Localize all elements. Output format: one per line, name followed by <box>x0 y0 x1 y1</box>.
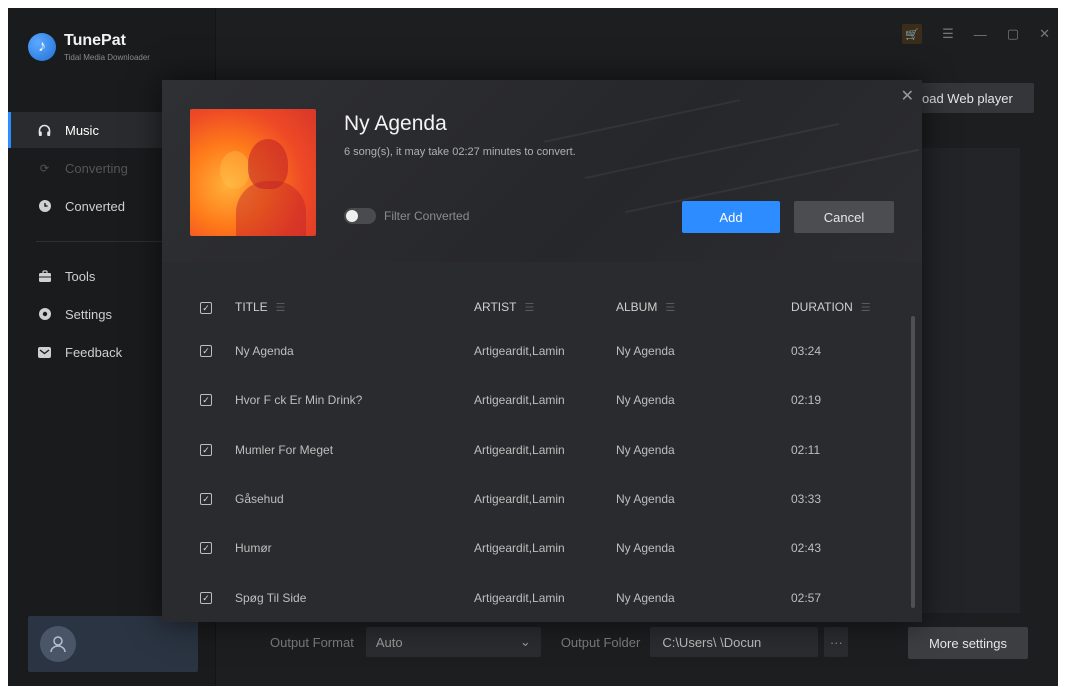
sidebar-item-label: Feedback <box>65 344 123 360</box>
column-header-title[interactable]: TITLE ☰ <box>235 300 286 314</box>
add-button[interactable]: Add <box>682 201 780 233</box>
sidebar-item-label: Tools <box>65 268 96 284</box>
brand: ♪ TunePat Tidal Media Downloader <box>28 32 150 62</box>
table-row[interactable]: ✓ Hvor F ck Er Min Drink? Artigeardit,La… <box>162 390 912 439</box>
track-duration: 02:57 <box>791 591 822 605</box>
track-duration: 03:24 <box>791 344 822 358</box>
sidebar-item-label: Converting <box>65 160 128 176</box>
output-format-value: Auto <box>375 634 403 650</box>
row-checkbox[interactable]: ✓ <box>200 542 212 554</box>
sort-icon[interactable]: ☰ <box>861 301 871 314</box>
output-folder-field[interactable]: C:\Users\ \Docun <box>650 627 819 657</box>
sidebar-item-label: Converted <box>65 198 125 214</box>
album-cover <box>190 109 316 236</box>
clock-icon <box>38 200 51 213</box>
track-title: Spøg Til Side <box>235 591 307 605</box>
track-artist: Artigeardit,Lamin <box>474 492 565 506</box>
output-folder-label: Output Folder <box>560 634 641 650</box>
track-title: Hvor F ck Er Min Drink? <box>235 393 363 407</box>
close-dialog-icon[interactable]: ✕ <box>901 86 914 106</box>
track-title: Ny Agenda <box>235 344 294 358</box>
sort-icon[interactable]: ☰ <box>665 301 675 314</box>
user-account-box[interactable] <box>28 616 198 672</box>
track-title: Humør <box>235 541 272 555</box>
menu-icon[interactable]: ☰ <box>942 26 954 42</box>
avatar-icon <box>40 626 76 662</box>
minimize-icon[interactable]: — <box>974 27 987 42</box>
track-album: Ny Agenda <box>616 591 675 605</box>
table-scrollbar[interactable] <box>911 316 915 608</box>
track-album: Ny Agenda <box>616 393 675 407</box>
tunepat-logo-icon: ♪ <box>28 33 56 61</box>
headphones-icon <box>38 124 51 137</box>
row-checkbox[interactable]: ✓ <box>200 345 212 357</box>
table-row[interactable]: ✓ Ny Agenda Artigeardit,Lamin Ny Agenda … <box>162 341 912 390</box>
sync-icon: ⟳ <box>39 162 50 175</box>
select-all-checkbox[interactable]: ✓ <box>200 302 212 314</box>
window-controls: 🛒 ☰ — ▢ ✕ <box>902 24 1050 44</box>
track-duration: 03:33 <box>791 492 822 506</box>
table-row[interactable]: ✓ Mumler For Meget Artigeardit,Lamin Ny … <box>162 440 912 489</box>
track-album: Ny Agenda <box>616 443 675 457</box>
browse-folder-button[interactable]: ··· <box>824 627 849 657</box>
track-album: Ny Agenda <box>616 344 675 358</box>
filter-converted-toggle[interactable] <box>344 208 376 224</box>
app-name: TunePat <box>64 32 126 49</box>
app-subtitle: Tidal Media Downloader <box>64 53 150 62</box>
track-duration: 02:43 <box>791 541 822 555</box>
album-title: Ny Agenda <box>344 112 447 135</box>
close-window-icon[interactable]: ✕ <box>1039 26 1050 42</box>
output-bar: Output Format Auto ⌄ Output Folder C:\Us… <box>240 620 1040 664</box>
maximize-icon[interactable]: ▢ <box>1007 26 1019 42</box>
cancel-button[interactable]: Cancel <box>794 201 894 233</box>
track-artist: Artigeardit,Lamin <box>474 541 565 555</box>
track-table: ✓ TITLE ☰ ARTIST ☰ ALBUM ☰ DURATION ☰ ✓ Ny A… <box>162 262 922 622</box>
filter-converted-label: Filter Converted <box>384 209 470 223</box>
table-row[interactable]: ✓ Spøg Til Side Artigeardit,Lamin Ny Age… <box>162 588 912 622</box>
track-artist: Artigeardit,Lamin <box>474 344 565 358</box>
more-settings-button[interactable]: More settings <box>908 627 1028 659</box>
sort-icon[interactable]: ☰ <box>276 301 286 314</box>
row-checkbox[interactable]: ✓ <box>200 444 212 456</box>
column-header-duration[interactable]: DURATION ☰ <box>791 300 871 314</box>
track-album: Ny Agenda <box>616 492 675 506</box>
row-checkbox[interactable]: ✓ <box>200 493 212 505</box>
track-artist: Artigeardit,Lamin <box>474 591 565 605</box>
conversion-estimate: 6 song(s), it may take 02:27 minutes to … <box>344 146 576 158</box>
gear-icon <box>38 308 51 321</box>
add-songs-dialog: ✕ Ny Agenda 6 song(s), it may take 02:27… <box>162 80 922 622</box>
app-window: ♪ TunePat Tidal Media Downloader Music ⟳… <box>8 8 1058 686</box>
track-duration: 02:11 <box>791 443 821 457</box>
load-web-player-button[interactable]: oad Web player <box>910 83 1034 113</box>
chevron-down-icon: ⌄ <box>519 634 531 649</box>
mail-icon <box>38 346 51 359</box>
sort-icon[interactable]: ☰ <box>524 301 534 314</box>
cart-icon[interactable]: 🛒 <box>902 24 923 44</box>
sidebar-item-label: Settings <box>65 306 112 322</box>
track-artist: Artigeardit,Lamin <box>474 443 565 457</box>
table-row[interactable]: ✓ Gåsehud Artigeardit,Lamin Ny Agenda 03… <box>162 489 912 538</box>
track-duration: 02:19 <box>791 393 822 407</box>
sidebar-item-label: Music <box>65 122 99 138</box>
track-album: Ny Agenda <box>616 541 675 555</box>
column-header-artist[interactable]: ARTIST ☰ <box>474 300 534 314</box>
row-checkbox[interactable]: ✓ <box>200 592 212 604</box>
table-row[interactable]: ✓ Humør Artigeardit,Lamin Ny Agenda 02:4… <box>162 538 912 587</box>
track-title: Mumler For Meget <box>235 443 334 457</box>
toolbox-icon <box>38 270 51 283</box>
output-format-select[interactable]: Auto ⌄ <box>365 627 541 657</box>
column-header-album[interactable]: ALBUM ☰ <box>616 300 675 314</box>
output-format-label: Output Format <box>270 634 354 650</box>
row-checkbox[interactable]: ✓ <box>200 394 212 406</box>
track-title: Gåsehud <box>235 492 284 506</box>
dialog-header: ✕ Ny Agenda 6 song(s), it may take 02:27… <box>162 80 922 262</box>
track-artist: Artigeardit,Lamin <box>474 393 565 407</box>
